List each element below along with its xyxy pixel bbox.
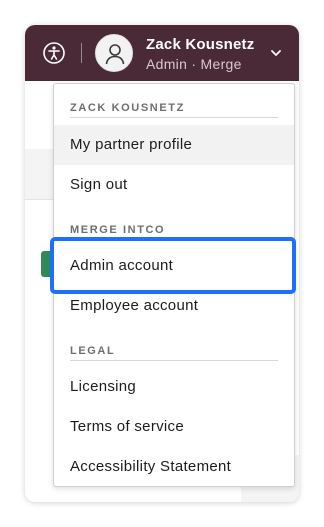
accessibility-button[interactable] <box>42 41 66 65</box>
menu-item-label: Licensing <box>70 378 137 395</box>
menu-item-admin-account[interactable]: Admin account <box>54 246 294 286</box>
menu-item-label: Sign out <box>70 176 128 193</box>
background-divider <box>25 199 53 200</box>
background-button <box>41 251 53 277</box>
section-label-user: ZACK KOUSNETZ <box>70 102 185 114</box>
user-role: Admin · Merge <box>146 56 242 72</box>
menu-item-terms-of-service[interactable]: Terms of service <box>54 407 294 447</box>
avatar <box>95 34 133 72</box>
user-icon <box>105 44 125 65</box>
section-divider <box>70 117 278 118</box>
background-panel <box>25 149 53 199</box>
section-divider <box>70 239 278 240</box>
menu-item-label: Admin account <box>70 257 174 274</box>
section-label-legal: LEGAL <box>70 345 116 357</box>
menu-item-accessibility-statement[interactable]: Accessibility Statement <box>54 447 294 487</box>
menu-item-licensing[interactable]: Licensing <box>54 367 294 407</box>
chevron-down-icon <box>271 50 281 56</box>
user-name: Zack Kousnetz <box>146 36 255 53</box>
accessibility-icon <box>43 42 65 64</box>
menu-item-partner-profile[interactable]: My partner profile <box>54 125 294 165</box>
header-divider <box>81 43 82 63</box>
top-bar: Zack Kousnetz Admin · Merge <box>25 25 299 81</box>
menu-item-label: Employee account <box>70 297 199 314</box>
menu-item-sign-out[interactable]: Sign out <box>54 165 294 205</box>
user-menu-button[interactable]: Zack Kousnetz Admin · Merge <box>93 25 293 81</box>
menu-item-label: My partner profile <box>70 136 193 153</box>
menu-item-employee-account[interactable]: Employee account <box>54 286 294 326</box>
section-divider <box>70 360 278 361</box>
menu-item-label: Terms of service <box>70 418 184 435</box>
menu-item-label: Accessibility Statement <box>70 458 232 475</box>
section-label-company: MERGE INTCO <box>70 224 166 236</box>
user-dropdown-menu: ZACK KOUSNETZ My partner profile Sign ou… <box>53 83 295 487</box>
